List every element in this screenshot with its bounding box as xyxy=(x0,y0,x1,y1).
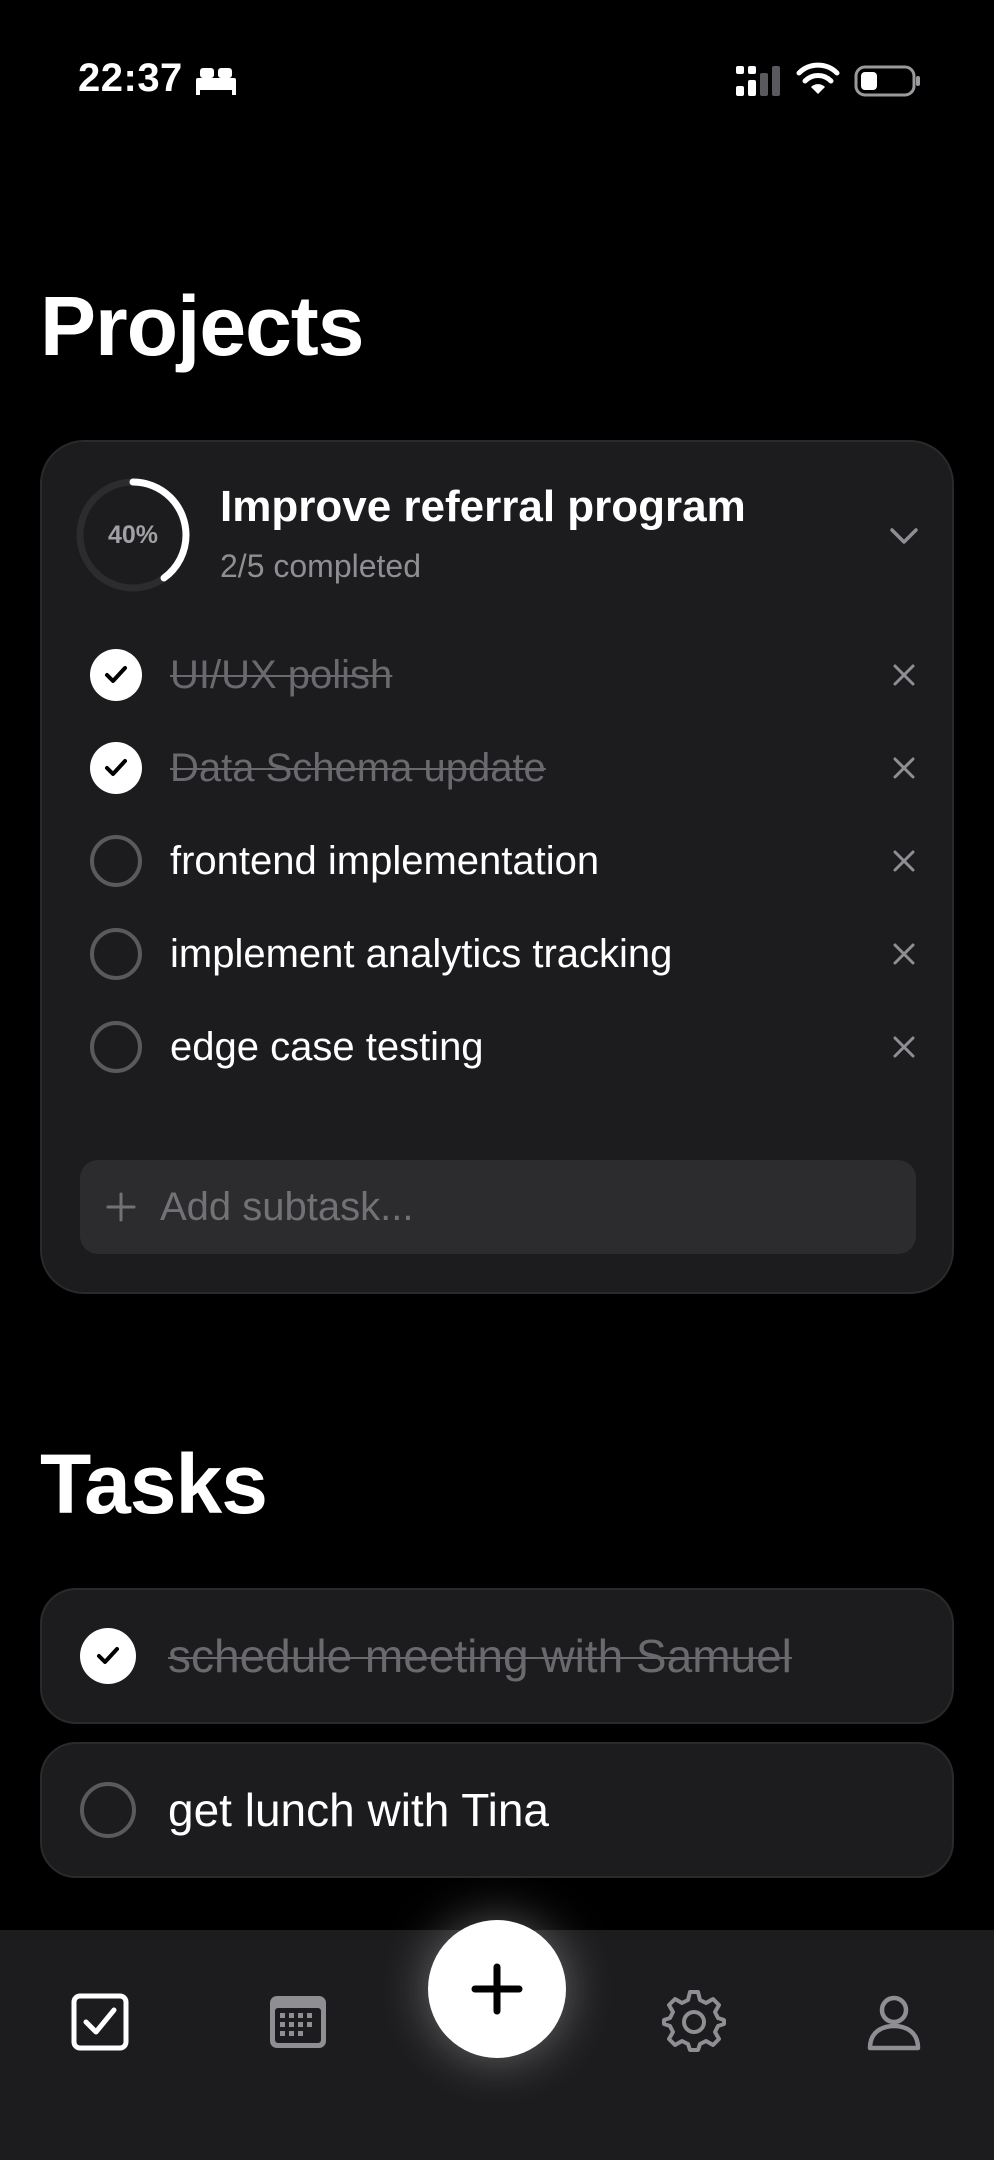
add-subtask-field[interactable] xyxy=(80,1160,916,1254)
plus-icon xyxy=(106,1192,136,1222)
checkbox-empty-icon[interactable] xyxy=(90,928,142,980)
task-label: schedule meeting with Samuel xyxy=(168,1630,792,1682)
add-subtask-input[interactable] xyxy=(160,1177,916,1237)
subtask-row: UI/UX polish xyxy=(90,640,930,710)
task-row[interactable]: get lunch with Tina xyxy=(40,1742,954,1878)
checkbox-empty-icon[interactable] xyxy=(80,1782,136,1838)
subtask-label: frontend implementation xyxy=(170,838,600,883)
status-bar: 22:37 xyxy=(0,0,994,160)
checkmark-checked-icon[interactable] xyxy=(90,742,142,794)
subtask-row: frontend implementation xyxy=(90,826,930,896)
tasks-heading: Tasks xyxy=(40,1437,268,1531)
bed-icon xyxy=(196,68,236,95)
close-icon[interactable] xyxy=(888,659,920,691)
progress-percent: 40% xyxy=(107,520,159,549)
chevron-down-icon[interactable] xyxy=(886,518,922,554)
project-completed-count: 2/5 completed xyxy=(220,548,422,584)
subtask-label: Data Schema update xyxy=(170,745,546,790)
battery-icon xyxy=(854,65,920,97)
checkmark-checked-icon[interactable] xyxy=(80,1628,136,1684)
checkbox-empty-icon[interactable] xyxy=(90,835,142,887)
checkbox-empty-icon[interactable] xyxy=(90,1021,142,1073)
person-icon[interactable] xyxy=(862,1990,926,2054)
project-title: Improve referral program xyxy=(220,482,746,531)
subtask-label: edge case testing xyxy=(170,1024,484,1069)
project-card[interactable]: 40% Improve referral program 2/5 complet… xyxy=(40,440,954,1294)
checkmark-checked-icon[interactable] xyxy=(90,649,142,701)
close-icon[interactable] xyxy=(888,845,920,877)
task-label: get lunch with Tina xyxy=(168,1784,550,1836)
plus-icon xyxy=(471,1963,523,2015)
subtask-label: implement analytics tracking xyxy=(170,931,673,976)
subtask-label: UI/UX polish xyxy=(170,652,393,697)
calendar-icon[interactable] xyxy=(266,1990,330,2054)
subtask-row: edge case testing xyxy=(90,1012,930,1082)
close-icon[interactable] xyxy=(888,938,920,970)
cellular-signal-icon xyxy=(736,66,780,96)
checkbox-icon[interactable] xyxy=(68,1990,132,2054)
close-icon[interactable] xyxy=(888,1031,920,1063)
status-time: 22:37 xyxy=(78,56,183,100)
projects-heading: Projects xyxy=(40,279,364,373)
wifi-icon xyxy=(796,62,840,94)
add-button[interactable] xyxy=(428,1920,566,2058)
task-row[interactable]: schedule meeting with Samuel xyxy=(40,1588,954,1724)
gear-icon[interactable] xyxy=(662,1990,726,2054)
close-icon[interactable] xyxy=(888,752,920,784)
app-screen: 22:37 Projects 40% Improve referral prog… xyxy=(0,0,994,2160)
subtask-row: Data Schema update xyxy=(90,733,930,803)
subtask-row: implement analytics tracking xyxy=(90,919,930,989)
